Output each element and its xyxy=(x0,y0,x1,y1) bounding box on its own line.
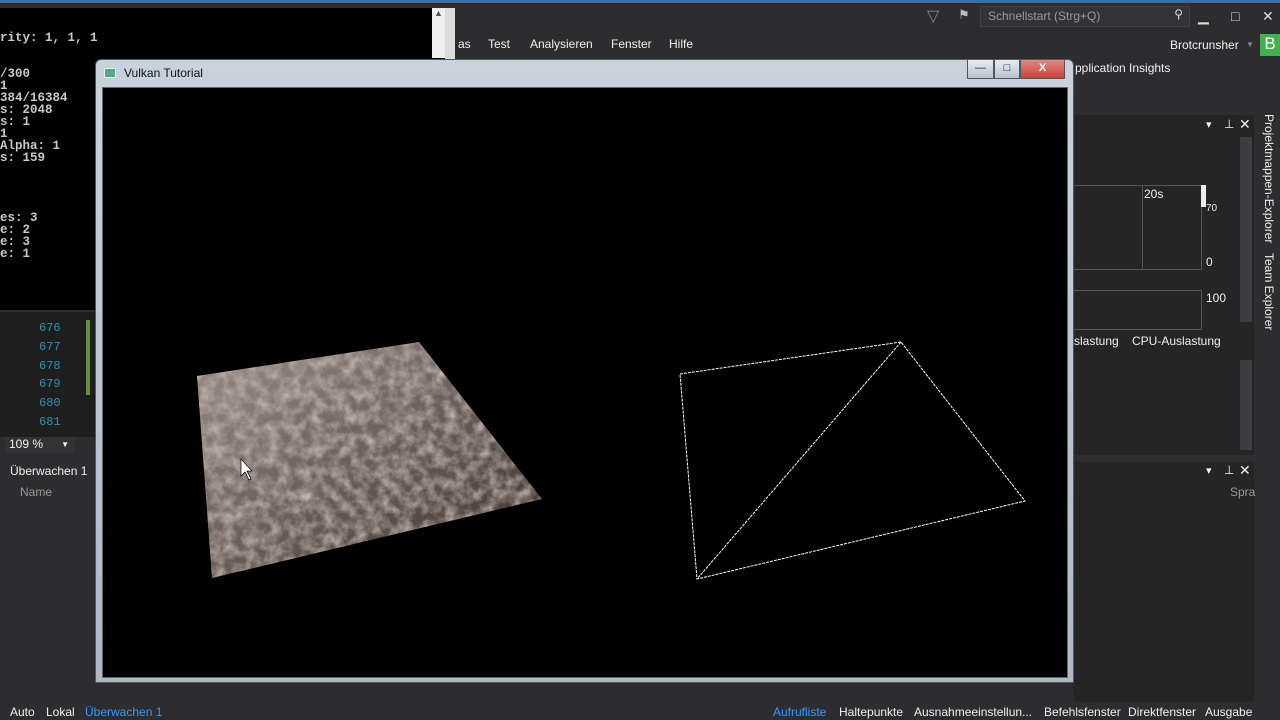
time-label: 20s xyxy=(1144,187,1164,201)
wireframe-quad xyxy=(679,341,1026,580)
quick-launch-placeholder: Schnellstart (Strg+Q) xyxy=(988,9,1101,23)
side-tab-solution-explorer[interactable]: Projektmappen-Explorer xyxy=(1262,114,1276,243)
axis-label: 70 xyxy=(1206,203,1218,214)
search-icon: ⚲ xyxy=(1174,7,1183,21)
close-panel-icon[interactable]: ✕ xyxy=(1239,462,1251,479)
tab-output[interactable]: Ausgabe xyxy=(1205,705,1252,719)
tab-auto[interactable]: Auto xyxy=(10,705,35,719)
quick-launch-input[interactable]: Schnellstart (Strg+Q) ⚲ xyxy=(980,6,1190,27)
vulkan-maximize-button[interactable]: □ xyxy=(994,60,1020,79)
scrollbar[interactable] xyxy=(1240,360,1252,450)
timeline-chart xyxy=(1074,185,1202,270)
tab-watch1[interactable]: Überwachen 1 xyxy=(85,705,162,719)
cpu-chart xyxy=(1074,290,1202,330)
tab-exception-settings[interactable]: Ausnahmeeinstellun... xyxy=(914,705,1032,719)
pin-icon[interactable]: ⊥ xyxy=(1224,463,1234,477)
tab-call-stack[interactable]: Aufrufliste xyxy=(773,705,826,719)
tab-lokal[interactable]: Lokal xyxy=(46,705,75,719)
minimize-button[interactable]: ▁ xyxy=(1198,8,1209,25)
tab-immediate-window[interactable]: Direktfenster xyxy=(1128,705,1196,719)
close-panel-icon[interactable]: ✕ xyxy=(1239,116,1251,133)
pin-icon[interactable]: ⊥ xyxy=(1224,117,1234,131)
scrollbar[interactable] xyxy=(1240,137,1252,322)
call-stack-panel: ▾ ⊥ ✕ Spra xyxy=(1074,462,1256,702)
vulkan-window[interactable]: Vulkan Tutorial — □ X xyxy=(95,59,1074,683)
tab-memory[interactable]: slastung xyxy=(1074,334,1119,348)
tab-breakpoints[interactable]: Haltepunkte xyxy=(839,705,903,719)
user-name[interactable]: Brotcrunsher xyxy=(1170,38,1239,52)
chevron-down-icon: ▼ xyxy=(1246,40,1254,49)
textured-terrain-quad xyxy=(197,342,542,578)
column-header: Spra xyxy=(1230,485,1256,499)
vulkan-close-button[interactable]: X xyxy=(1020,60,1065,79)
axis-label: 100 xyxy=(1206,291,1227,305)
avatar[interactable]: B xyxy=(1260,34,1280,56)
diagnostics-panel: ▾ ⊥ ✕ 20s 70 0 100 slastung CPU-Auslastu… xyxy=(1074,115,1254,455)
side-tabs: Projektmappen-Explorer Team Explorer xyxy=(1262,114,1276,344)
close-button[interactable]: ✕ xyxy=(1262,8,1274,25)
maximize-button[interactable]: □ xyxy=(1231,8,1239,24)
render-viewport[interactable] xyxy=(102,87,1068,678)
panel-menu-icon[interactable]: ▾ xyxy=(1206,464,1212,477)
tab-cpu[interactable]: CPU-Auslastung xyxy=(1132,334,1221,348)
vulkan-minimize-button[interactable]: — xyxy=(967,60,994,79)
application-insights-button[interactable]: pplication Insights xyxy=(1075,61,1170,75)
tab-command-window[interactable]: Befehlsfenster xyxy=(1044,705,1121,719)
side-tab-team-explorer[interactable]: Team Explorer xyxy=(1262,253,1276,330)
panel-menu-icon[interactable]: ▾ xyxy=(1206,118,1212,131)
axis-label: 0 xyxy=(1206,255,1213,269)
